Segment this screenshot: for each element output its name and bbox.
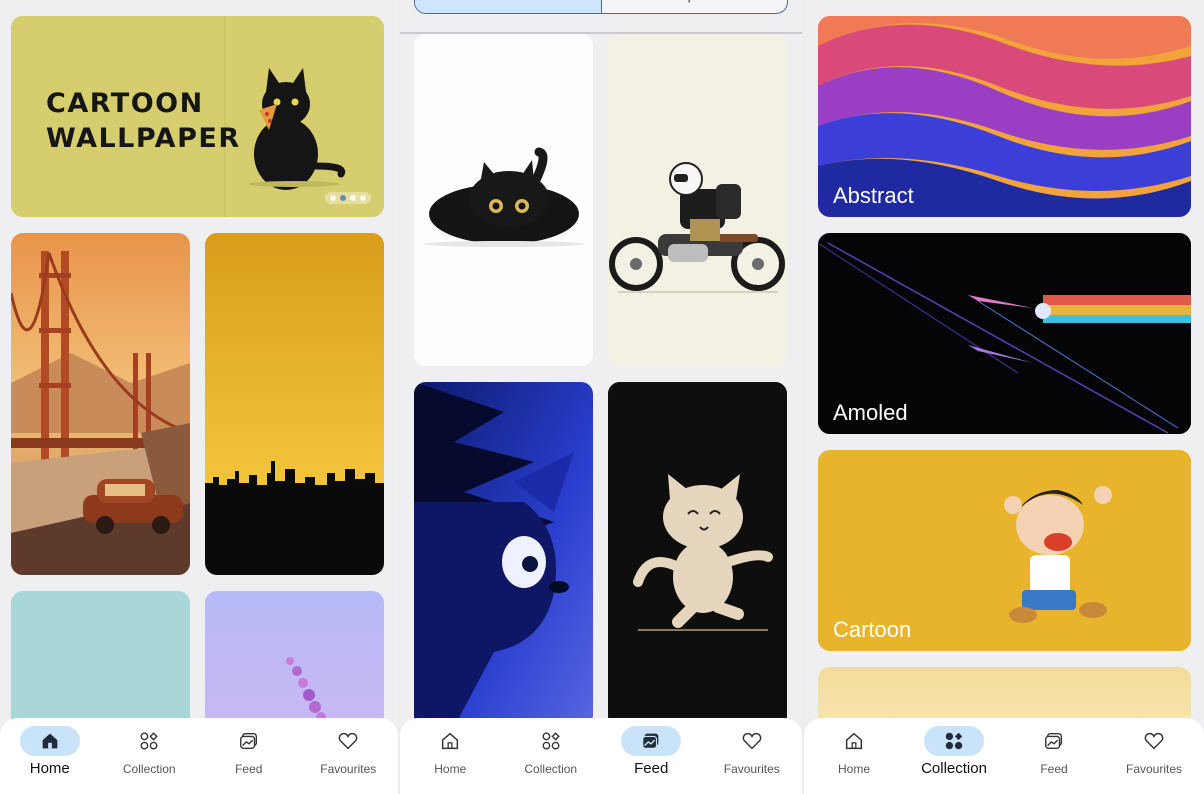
nav-favourites-label: Favourites — [1125, 762, 1183, 776]
nav-feed-label: Feed — [235, 762, 263, 776]
nav-feed-label: Feed — [634, 760, 669, 777]
feed-icon — [239, 732, 257, 750]
tab-latest[interactable]: Latest — [415, 0, 602, 13]
dancing-cat-artwork — [608, 382, 787, 727]
nav-favourites-pill — [722, 726, 782, 756]
bridge-artwork — [11, 233, 190, 575]
nav-feed-pill — [621, 726, 682, 756]
collection-icon — [140, 732, 159, 750]
wallpaper-card-skyline[interactable] — [205, 233, 384, 575]
bottom-navigation: Home Collection Feed Favourites — [0, 718, 398, 794]
black-cat-artwork — [414, 34, 593, 366]
nav-favourites-pill — [1124, 726, 1184, 756]
nav-favourites[interactable]: Favourites — [303, 726, 393, 776]
bottom-navigation: Home Collection Feed Favourites — [400, 718, 802, 794]
nav-collection[interactable]: Collection — [909, 726, 999, 777]
nav-home[interactable]: Home — [809, 726, 899, 776]
collection-icon — [945, 732, 963, 750]
carousel-indicator — [325, 192, 371, 204]
nav-collection-pill — [521, 726, 581, 756]
category-card-abstract[interactable]: Abstract — [818, 16, 1191, 217]
home-icon — [442, 732, 459, 750]
nav-home-pill — [420, 726, 480, 756]
heart-icon — [338, 732, 358, 750]
category-label-amoled: Amoled — [833, 400, 908, 425]
skyline-artwork — [205, 233, 384, 575]
nav-favourites-label: Favourites — [320, 762, 377, 776]
category-label-cartoon: Cartoon — [833, 617, 912, 642]
home-icon — [42, 733, 58, 749]
tab-popular[interactable]: Popular — [602, 0, 788, 13]
screen: CARTOON WALLPAPER Home Collection Feed F… — [0, 0, 1204, 794]
nav-home-pill — [824, 726, 884, 756]
lavender-artwork — [205, 591, 384, 731]
featured-banner[interactable]: CARTOON WALLPAPER — [11, 16, 384, 217]
wallpaper-card-dancing-cat[interactable] — [608, 382, 787, 727]
nav-home-pill — [19, 726, 80, 756]
motorcycle-artwork — [608, 34, 787, 366]
wallpaper-card-motorcycle[interactable] — [608, 34, 787, 366]
nav-collection[interactable]: Collection — [506, 726, 596, 776]
nav-home[interactable]: Home — [405, 726, 495, 776]
carousel-dot[interactable] — [360, 195, 366, 201]
banner-title-line1: CARTOON — [46, 88, 204, 119]
nav-feed-pill — [1024, 726, 1084, 756]
nav-collection-label: Collection — [921, 760, 987, 777]
nav-collection-pill — [119, 726, 179, 756]
bottom-navigation: Home Collection Feed Favourites — [804, 718, 1204, 794]
carousel-dot[interactable] — [330, 195, 336, 201]
wallpaper-card-bridge[interactable] — [11, 233, 190, 575]
nav-feed-pill — [219, 726, 279, 756]
nav-home-label: Home — [434, 762, 467, 776]
banner-title: CARTOON WALLPAPER — [46, 86, 241, 156]
nav-feed-label: Feed — [1040, 762, 1068, 776]
nav-home-label: Home — [29, 760, 70, 777]
heart-icon — [1144, 732, 1164, 750]
nav-favourites-pill — [318, 726, 378, 756]
feed-tabs: Latest Popular — [414, 0, 788, 14]
wallpaper-card-lavender[interactable] — [205, 591, 384, 731]
feed-icon — [642, 733, 659, 749]
nav-collection-pill — [924, 726, 984, 756]
nav-home[interactable]: Home — [5, 726, 95, 777]
nav-favourites[interactable]: Favourites — [707, 726, 797, 776]
heart-icon — [742, 732, 762, 750]
nav-home-label: Home — [837, 762, 870, 776]
collection-screen: Abstract Amoled Cartoon Home Collection … — [804, 0, 1204, 794]
nav-collection-label: Collection — [524, 762, 578, 776]
nav-feed[interactable]: Feed — [204, 726, 294, 776]
feed-icon — [1045, 732, 1063, 750]
wallpaper-card-blue-hero[interactable] — [414, 382, 593, 727]
carousel-dot-active[interactable] — [340, 195, 346, 201]
nav-feed[interactable]: Feed — [1009, 726, 1099, 776]
category-card-cartoon[interactable]: Cartoon — [818, 450, 1191, 651]
nav-feed[interactable]: Feed — [606, 726, 696, 777]
home-icon — [845, 732, 863, 750]
feed-screen: Latest Popular — [400, 0, 802, 794]
nav-collection-label: Collection — [122, 762, 176, 776]
wallpaper-card-black-cat[interactable] — [414, 34, 593, 366]
nav-favourites[interactable]: Favourites — [1109, 726, 1199, 776]
collection-icon — [542, 732, 560, 750]
home-screen: CARTOON WALLPAPER Home Collection Feed F… — [0, 0, 398, 794]
category-card-amoled[interactable]: Amoled — [818, 233, 1191, 434]
nav-collection[interactable]: Collection — [104, 726, 194, 776]
category-label-abstract: Abstract — [833, 183, 914, 208]
blue-hero-artwork — [414, 382, 593, 727]
carousel-dot[interactable] — [350, 195, 356, 201]
nav-favourites-label: Favourites — [723, 762, 780, 776]
banner-title-line2: WALLPAPER — [46, 123, 241, 154]
wallpaper-card-teal[interactable] — [11, 591, 190, 731]
